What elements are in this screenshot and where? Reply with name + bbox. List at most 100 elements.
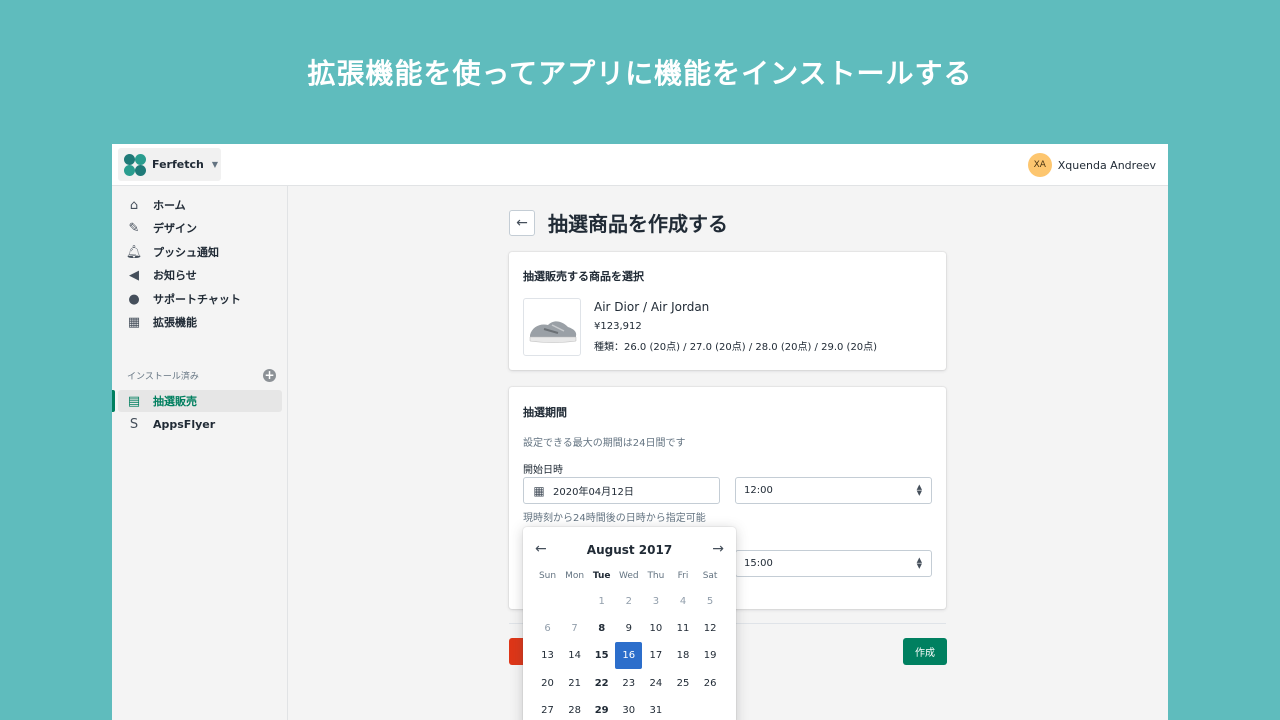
arrow-left-icon: ←	[516, 215, 528, 231]
calendar-day[interactable]: 30	[615, 697, 642, 720]
sidebar-item-lottery[interactable]: ▤ 抽選販売	[118, 390, 282, 412]
start-time-value: 12:00	[744, 485, 773, 496]
calendar-day[interactable]: 29	[588, 697, 615, 720]
start-date-value: 2020年04月12日	[553, 487, 634, 498]
app-window: Ferfetch ▼ XA Xquenda Andreev ⌂ ホーム ✎ デザ…	[112, 144, 1168, 720]
sidebar-item-label: 抽選販売	[153, 395, 197, 408]
weekday-label: Tue	[592, 571, 611, 581]
megaphone-icon: ◀	[129, 267, 139, 283]
start-label: 開始日時	[523, 465, 563, 476]
sidebar-item-home[interactable]: ⌂ ホーム	[118, 194, 282, 216]
weekday-label: Wed	[618, 571, 639, 581]
bell-icon: 🔔︎	[125, 244, 143, 260]
sidebar-item-news[interactable]: ◀ お知らせ	[118, 264, 282, 286]
calendar-day[interactable]: 21	[561, 670, 588, 697]
chat-icon: ●	[128, 291, 140, 307]
calendar-day[interactable]: 14	[561, 642, 588, 669]
weekday-label: Mon	[565, 571, 585, 581]
select-arrows-icon: ▲ ▼	[916, 556, 922, 570]
apps-icon: ▦	[127, 314, 141, 330]
calendar-day: 1	[598, 596, 605, 607]
calendar-day[interactable]: 9	[615, 615, 642, 642]
calendar-day: 7	[571, 623, 578, 635]
product-price: ¥123,912	[594, 321, 642, 332]
add-icon[interactable]: +	[263, 369, 276, 382]
sidebar-item-push[interactable]: 🔔︎ プッシュ通知	[118, 241, 282, 263]
calendar-day[interactable]: 16	[615, 642, 643, 670]
sidebar-item-label: 拡張機能	[153, 316, 197, 329]
store-switcher[interactable]: Ferfetch ▼	[118, 148, 221, 181]
delete-button[interactable]	[509, 638, 523, 665]
sidebar-item-label: デザイン	[153, 222, 197, 235]
sidebar-item-design[interactable]: ✎ デザイン	[118, 217, 282, 239]
installed-section-label: インストール済み	[127, 372, 199, 382]
hint-text: 現時刻から24時間後の日時から指定可能	[523, 513, 706, 524]
calendar-day[interactable]: 24	[642, 670, 669, 697]
calendar-day: 2	[625, 596, 632, 607]
weekday-label: Fri	[677, 571, 689, 581]
avatar: XA	[1027, 153, 1052, 177]
user-menu[interactable]: XA Xquenda Andreev	[1027, 153, 1156, 177]
back-button[interactable]: ←	[509, 210, 535, 236]
user-name: Xquenda Andreev	[1057, 158, 1156, 172]
calendar-day[interactable]: 11	[670, 615, 697, 642]
active-indicator	[112, 390, 115, 412]
calendar-day[interactable]: 18	[670, 642, 697, 669]
calendar-day[interactable]: 22	[588, 670, 615, 697]
store-logo-icon	[124, 153, 146, 176]
calendar-day[interactable]: 26	[697, 670, 724, 697]
help-text: 設定できる最大の期間は24日間です	[523, 438, 686, 449]
end-time-select[interactable]: 15:00 ▲ ▼	[735, 550, 932, 577]
picker-month: August 2017	[586, 543, 673, 557]
calendar-day[interactable]: 12	[697, 615, 724, 642]
weekday-label: Thu	[647, 571, 665, 581]
home-icon: ⌂	[129, 197, 139, 213]
card-title: 抽選販売する商品を選択	[523, 270, 644, 283]
sidebar-item-label: ホーム	[153, 199, 186, 212]
product-thumbnail[interactable]	[523, 298, 581, 356]
sidebar-item-label: お知らせ	[153, 269, 197, 282]
calendar-day[interactable]: 31	[642, 697, 669, 720]
sidebar-item-label: AppsFlyer	[153, 417, 216, 431]
sidebar-item-label: サポートチャット	[153, 293, 241, 306]
store-name: Ferfetch	[152, 158, 204, 171]
sidebar: ⌂ ホーム ✎ デザイン 🔔︎ プッシュ通知 ◀ お知らせ ● サポートチャット…	[112, 186, 288, 720]
product-card: 抽選販売する商品を選択 Air Dior / Air Jordan ¥123,9…	[509, 252, 946, 370]
calendar-day[interactable]: 8	[588, 615, 615, 642]
sneaker-image	[529, 321, 577, 343]
card-title: 抽選期間	[523, 406, 567, 419]
calendar-day[interactable]: 23	[615, 670, 642, 697]
caret-down-icon: ▼	[211, 160, 218, 169]
calendar-day[interactable]: 28	[561, 697, 588, 720]
calendar-day[interactable]: 15	[588, 642, 615, 669]
design-icon: ✎	[128, 220, 140, 236]
start-time-select[interactable]: 12:00 ▲ ▼	[735, 477, 932, 504]
calendar-day[interactable]: 13	[534, 642, 561, 669]
product-name: Air Dior / Air Jordan	[594, 300, 710, 314]
sidebar-item-appsflyer[interactable]: S AppsFlyer	[118, 413, 282, 435]
calendar-day: 6	[544, 623, 551, 635]
calendar-day[interactable]: 10	[642, 615, 669, 642]
shopping-bag-icon: S	[129, 416, 139, 432]
date-picker: ← August 2017 → Sun Mon Tue Wed Thu Fri Sat 1 2 3…	[523, 527, 736, 720]
calendar-day[interactable]: 20	[534, 670, 561, 697]
weekday-label: Sun	[538, 571, 557, 581]
calendar-icon: ▦	[533, 483, 545, 498]
sidebar-item-label: プッシュ通知	[153, 246, 219, 259]
page-title: 抽選商品を作成する	[548, 212, 728, 236]
sidebar-item-support[interactable]: ● サポートチャット	[118, 288, 282, 310]
product-variants: 種類：26.0 (20点) / 27.0 (20点) / 28.0 (20点) …	[594, 342, 878, 353]
end-time-value: 15:00	[744, 558, 773, 569]
calendar-day: 5	[706, 596, 714, 607]
calendar-day[interactable]: 25	[670, 670, 697, 697]
top-bar: Ferfetch ▼ XA Xquenda Andreev	[112, 144, 1168, 186]
start-date-field[interactable]: ▦ 2020年04月12日	[523, 477, 720, 504]
calendar-day[interactable]: 19	[697, 642, 724, 669]
weekday-label: Sat	[702, 571, 718, 581]
calendar-day[interactable]: 17	[642, 642, 669, 669]
arrow-right-icon[interactable]: →	[712, 541, 724, 557]
sidebar-item-extensions[interactable]: ▦ 拡張機能	[118, 311, 282, 333]
headline: 拡張機能を使ってアプリに機能をインストールする	[307, 57, 973, 90]
create-button[interactable]: 作成	[903, 638, 947, 665]
calendar-day[interactable]: 27	[534, 697, 561, 720]
